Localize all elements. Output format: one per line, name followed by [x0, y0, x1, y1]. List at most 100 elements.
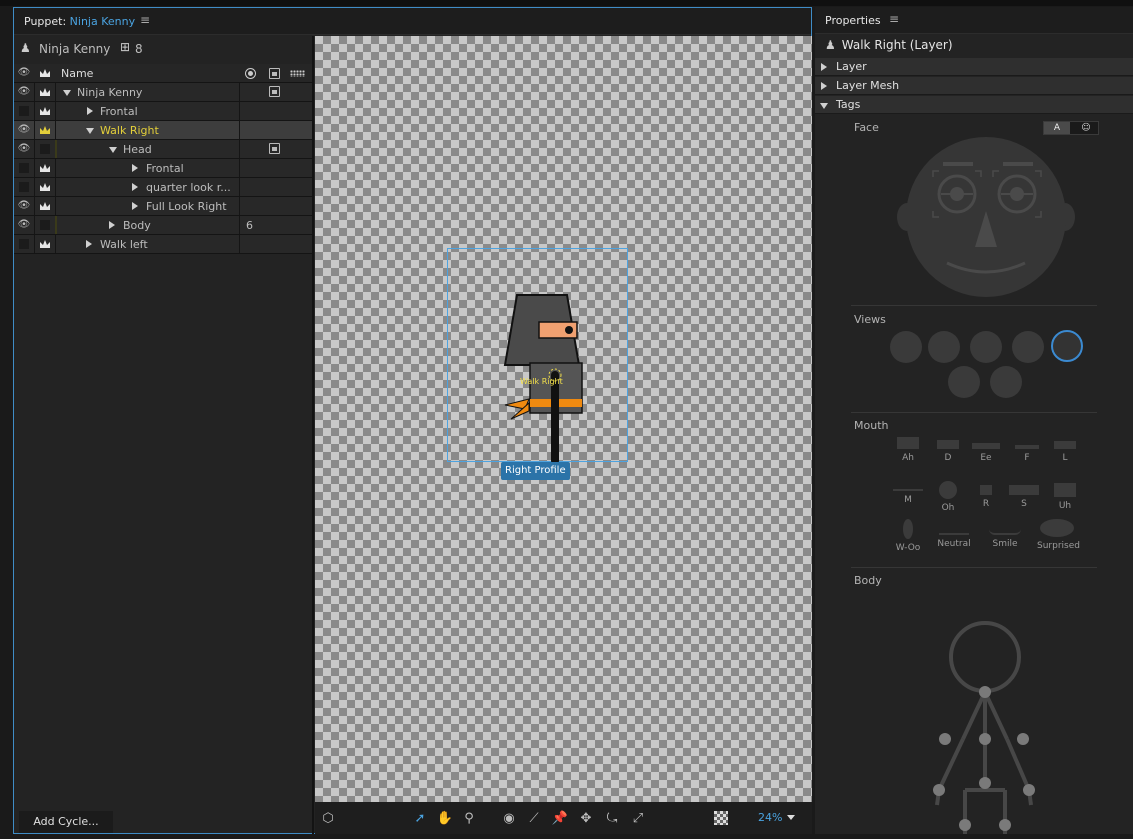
measure-icon[interactable]: ⤢	[629, 810, 647, 828]
mouth-label-text: Ee	[980, 453, 992, 463]
visibility-off-box[interactable]	[19, 239, 29, 249]
properties-title[interactable]: Properties	[825, 14, 881, 27]
tree-row[interactable]: 👁 Body 6	[14, 216, 312, 235]
mouth-s[interactable]: S	[1004, 481, 1044, 509]
name-column-header[interactable]: Name	[61, 67, 93, 80]
mouth-l[interactable]: L	[1045, 437, 1085, 463]
expand-right-icon[interactable]	[109, 221, 115, 229]
visibility-off-box[interactable]	[19, 106, 29, 116]
expand-right-icon[interactable]	[132, 183, 138, 191]
puppet-panel-title[interactable]: Puppet: Ninja Kenny	[24, 15, 135, 28]
panel-divider[interactable]	[312, 36, 314, 834]
mesh-icon[interactable]: ⬡	[319, 810, 337, 828]
grid-column-icon	[290, 70, 305, 77]
section-layer[interactable]: Layer	[815, 58, 1133, 76]
expand-right-icon[interactable]	[132, 202, 138, 210]
stick-icon[interactable]: ⟋	[525, 810, 543, 828]
select-arrow-icon[interactable]: ➚	[411, 810, 429, 828]
crown-icon[interactable]	[38, 123, 52, 137]
visibility-eye-icon[interactable]: 👁	[17, 143, 31, 155]
face-tag-diagram[interactable]	[895, 137, 1077, 297]
crown-icon[interactable]	[38, 199, 52, 213]
view-tag-badge[interactable]: Right Profile	[501, 462, 570, 480]
expand-down-icon[interactable]	[109, 147, 117, 153]
expand-down-icon[interactable]	[63, 90, 71, 96]
crown-icon[interactable]	[38, 104, 52, 118]
origin-icon[interactable]: ◉	[500, 810, 518, 828]
mouth-ee[interactable]: Ee	[966, 437, 1006, 463]
crown-icon[interactable]	[38, 85, 52, 99]
section-tags[interactable]: Tags	[815, 96, 1133, 114]
panel-menu-icon[interactable]: ≡	[140, 13, 150, 27]
puppet-panel: Puppet: Ninja Kenny ≡ ♟ Ninja Kenny ⊞ 8 …	[13, 7, 812, 834]
mouth-ah[interactable]: Ah	[888, 437, 928, 463]
view-left-quarter-button[interactable]	[928, 331, 960, 363]
mouth-oh[interactable]: Oh	[928, 481, 968, 513]
visibility-off-box[interactable]	[19, 182, 29, 192]
visibility-eye-icon[interactable]: 👁	[17, 200, 31, 212]
body-tag-diagram[interactable]	[925, 615, 1045, 834]
tree-row[interactable]: 👁 Head	[14, 140, 312, 159]
mouth-uh[interactable]: Uh	[1045, 481, 1085, 511]
face-mode-smile-icon[interactable]: ☺	[1074, 122, 1098, 134]
expand-right-icon[interactable]	[86, 240, 92, 248]
visibility-eye-icon[interactable]: 👁	[17, 219, 31, 231]
puppet-panel-header: Puppet: Ninja Kenny ≡	[14, 8, 811, 35]
crown-icon[interactable]	[38, 237, 52, 251]
hand-icon[interactable]: ✋	[436, 810, 454, 828]
dragger-icon[interactable]: ✥	[577, 810, 595, 828]
mouth-f[interactable]: F	[1007, 437, 1047, 463]
tree-row[interactable]: Walk left	[14, 235, 312, 254]
mouth-d[interactable]: D	[928, 437, 968, 463]
properties-header: Properties ≡	[815, 7, 1133, 34]
zoom-icon[interactable]: ⚲	[460, 810, 478, 828]
pin-icon[interactable]: 📌	[551, 810, 569, 828]
panel-menu-icon[interactable]: ≡	[889, 12, 899, 26]
mouth-m[interactable]: M	[888, 481, 928, 505]
section-label: Layer Mesh	[836, 79, 900, 92]
crown-icon[interactable]	[38, 161, 52, 175]
expand-right-icon[interactable]	[87, 107, 93, 115]
tree-row[interactable]: Frontal	[14, 102, 312, 121]
mouth-m-shape	[893, 489, 923, 491]
visibility-eye-icon[interactable]: 👁	[17, 86, 31, 98]
tree-row[interactable]: Frontal	[14, 159, 312, 178]
tree-row-selected[interactable]: 👁 Walk Right	[14, 121, 312, 140]
add-cycle-button[interactable]: Add Cycle...	[19, 811, 113, 833]
mouth-w-oo[interactable]: W-Oo	[888, 519, 928, 553]
crown-icon[interactable]	[38, 180, 52, 194]
transparency-grid-icon[interactable]	[714, 811, 728, 825]
view-frontal-button[interactable]	[970, 331, 1002, 363]
face-mode-text-button[interactable]: A	[1044, 122, 1070, 134]
expand-down-icon[interactable]	[86, 128, 94, 134]
section-layer-mesh[interactable]: Layer Mesh	[815, 77, 1133, 95]
visibility-eye-icon[interactable]: 👁	[17, 124, 31, 136]
col-sep	[55, 83, 56, 101]
view-left-profile-button[interactable]	[890, 331, 922, 363]
zoom-dropdown-icon[interactable]	[787, 815, 795, 820]
crown-off-box[interactable]	[40, 144, 50, 154]
expand-right-icon[interactable]	[132, 164, 138, 172]
face-mode-toggle[interactable]: A ☺	[1043, 121, 1099, 135]
col-sep	[34, 159, 35, 177]
tree-row[interactable]: 👁 Ninja Kenny	[14, 83, 312, 102]
mouth-label-text: M	[904, 495, 912, 505]
mouth-smile[interactable]: Smile	[985, 519, 1025, 549]
visibility-off-box[interactable]	[19, 163, 29, 173]
tree-row[interactable]: quarter look r...	[14, 178, 312, 197]
mouth-neutral[interactable]: Neutral	[934, 519, 974, 549]
puppet-canvas[interactable]: Walk Right Right Profile	[315, 36, 812, 802]
view-right-profile-button[interactable]	[1051, 330, 1083, 362]
top-strip	[0, 0, 1133, 6]
crown-off-box[interactable]	[40, 220, 50, 230]
tree-row[interactable]: 👁 Full Look Right	[14, 197, 312, 216]
row-label: Full Look Right	[146, 200, 227, 213]
divider	[851, 412, 1097, 413]
mouth-r[interactable]: R	[966, 481, 1006, 509]
mouth-surprised[interactable]: Surprised	[1037, 519, 1080, 551]
view-upward-button[interactable]	[948, 366, 980, 398]
view-right-quarter-button[interactable]	[1012, 331, 1044, 363]
zoom-level[interactable]: 24%	[758, 811, 782, 824]
view-downward-button[interactable]	[990, 366, 1022, 398]
handle-icon[interactable]: ⤿	[603, 810, 621, 828]
